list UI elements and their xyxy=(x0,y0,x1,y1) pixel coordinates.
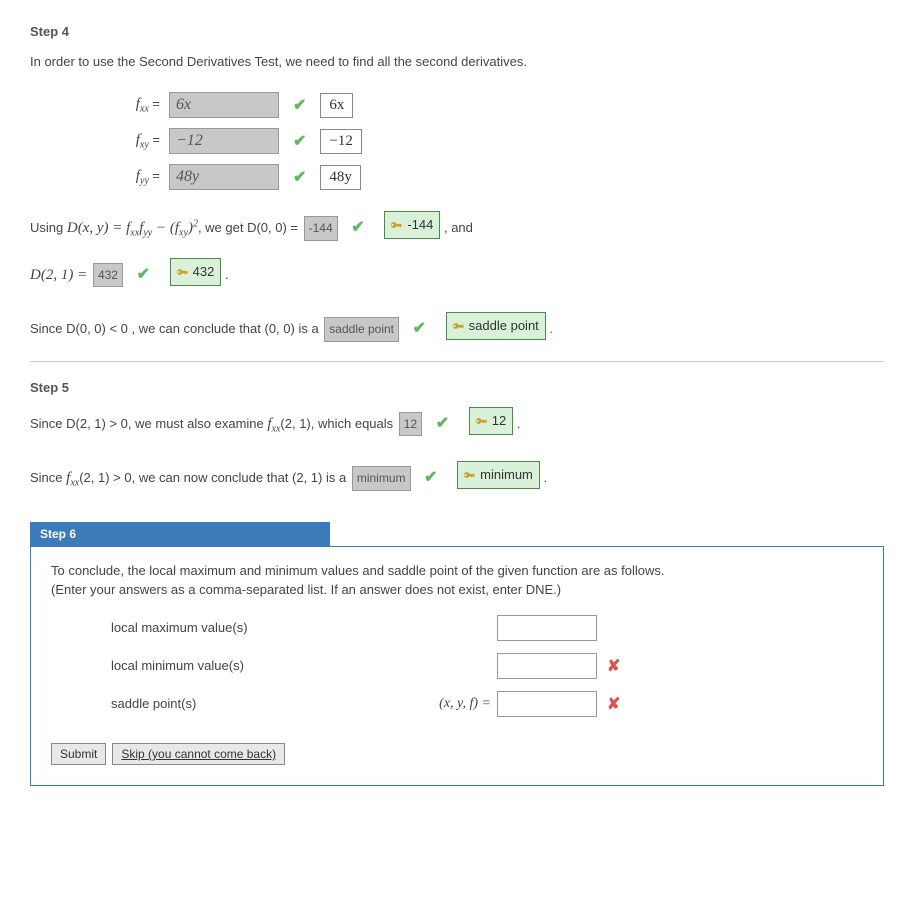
answer-row: local minimum value(s) ✘ xyxy=(51,653,863,679)
derivative-input[interactable]: −12 xyxy=(169,128,279,154)
step6-intro2: (Enter your answers as a comma-separated… xyxy=(51,582,863,597)
answer-input[interactable] xyxy=(497,691,597,717)
divider xyxy=(30,361,884,362)
answer-label: local minimum value(s) xyxy=(51,658,401,673)
check-icon: ✔ xyxy=(137,261,150,288)
key-icon xyxy=(451,319,465,333)
answer-prefix: (x, y, f) = xyxy=(401,696,497,712)
fxx21-input[interactable]: 12 xyxy=(399,412,422,436)
step5-title: Step 5 xyxy=(30,380,884,395)
step4-conclusion-line: Since D(0, 0) < 0 , we can conclude that… xyxy=(30,312,884,342)
check-icon: ✔ xyxy=(413,315,426,342)
d00-type-input[interactable]: saddle point xyxy=(324,317,399,341)
check-icon: ✔ xyxy=(293,131,306,151)
period: . xyxy=(549,321,553,336)
cross-icon: ✘ xyxy=(607,656,620,676)
step6-box: To conclude, the local maximum and minim… xyxy=(30,546,884,786)
answer-row: saddle point(s)(x, y, f) = ✘ xyxy=(51,691,863,717)
answer-text: minimum xyxy=(480,464,533,486)
second-derivative-row: fxx = 6x ✔ 6x xyxy=(30,89,884,121)
second-derivative-row: fxy = −12 ✔ −12 xyxy=(30,125,884,157)
derivative-label: fyy = xyxy=(110,168,160,187)
second-derivative-row: fyy = 48y ✔ 48y xyxy=(30,161,884,193)
check-icon: ✔ xyxy=(293,167,306,187)
period: . xyxy=(544,470,548,485)
text: Since D(0, 0) < 0 , we can conclude that… xyxy=(30,321,322,336)
answer-text: -144 xyxy=(407,214,433,236)
answer-label: local maximum value(s) xyxy=(51,620,401,635)
derivative-label: fxy = xyxy=(110,132,160,151)
step4-title: Step 4 xyxy=(30,24,884,39)
step5-line2: Since fxx(2, 1) > 0, we can now conclude… xyxy=(30,461,884,492)
answer-input[interactable] xyxy=(497,653,597,679)
d00-type-key: saddle point xyxy=(446,312,546,340)
sub: xx xyxy=(70,478,79,489)
step6-intro1: To conclude, the local maximum and minim… xyxy=(51,563,863,578)
check-icon: ✔ xyxy=(293,95,306,115)
text: (2, 1), which equals xyxy=(280,416,396,431)
sub: yy xyxy=(143,228,152,239)
text: Since D(2, 1) > 0, we must also examine xyxy=(30,416,267,431)
math: − (f xyxy=(152,220,179,236)
answer-input[interactable] xyxy=(497,615,597,641)
derivative-answer: −12 xyxy=(320,129,361,154)
step4-d-formula-line: Using D(x, y) = fxxfyy − (fxy)2, we get … xyxy=(30,211,884,242)
skip-button[interactable]: Skip (you cannot come back) xyxy=(112,743,285,765)
answer-text: 12 xyxy=(492,410,506,432)
step4-d21-line: D(2, 1) = 432 ✔ 432 . xyxy=(30,258,884,289)
d21-input[interactable]: 432 xyxy=(93,263,123,287)
cross-icon: ✘ xyxy=(607,694,620,714)
derivative-label: fxx = xyxy=(110,96,160,115)
math: D(2, 1) = xyxy=(30,267,91,283)
fxx21-key: 12 xyxy=(469,407,513,435)
key-icon xyxy=(175,265,189,279)
submit-button[interactable]: Submit xyxy=(51,743,106,765)
answer-row: local maximum value(s) xyxy=(51,615,863,641)
d00-input[interactable]: -144 xyxy=(304,216,338,240)
math: D(x, y) = f xyxy=(67,220,130,236)
check-icon: ✔ xyxy=(351,214,364,241)
d21-answer-key: 432 xyxy=(170,258,222,286)
answer-text: saddle point xyxy=(469,315,539,337)
period: . xyxy=(517,416,521,431)
check-icon: ✔ xyxy=(424,464,437,491)
text: Using xyxy=(30,220,67,235)
sub: xy xyxy=(179,228,188,239)
period: . xyxy=(225,267,229,282)
answer-label: saddle point(s) xyxy=(51,696,401,711)
derivative-answer: 48y xyxy=(320,165,361,190)
key-icon xyxy=(474,414,488,428)
key-icon xyxy=(462,468,476,482)
type21-key: minimum xyxy=(457,461,540,489)
key-icon xyxy=(389,218,403,232)
d00-answer-key: -144 xyxy=(384,211,440,239)
step5-line1: Since D(2, 1) > 0, we must also examine … xyxy=(30,407,884,438)
derivative-input[interactable]: 6x xyxy=(169,92,279,118)
text: , and xyxy=(444,220,473,235)
sub: xx xyxy=(130,228,139,239)
derivative-answer: 6x xyxy=(320,93,353,118)
text: (2, 1) > 0, we can now conclude that (2,… xyxy=(79,470,350,485)
derivative-input[interactable]: 48y xyxy=(169,164,279,190)
check-icon: ✔ xyxy=(436,410,449,437)
step4-intro: In order to use the Second Derivatives T… xyxy=(30,51,884,73)
step6-title-bar: Step 6 xyxy=(30,522,330,546)
type21-input[interactable]: minimum xyxy=(352,466,411,490)
text: , we get D(0, 0) = xyxy=(198,220,302,235)
answer-text: 432 xyxy=(193,261,215,283)
text: Since xyxy=(30,470,66,485)
